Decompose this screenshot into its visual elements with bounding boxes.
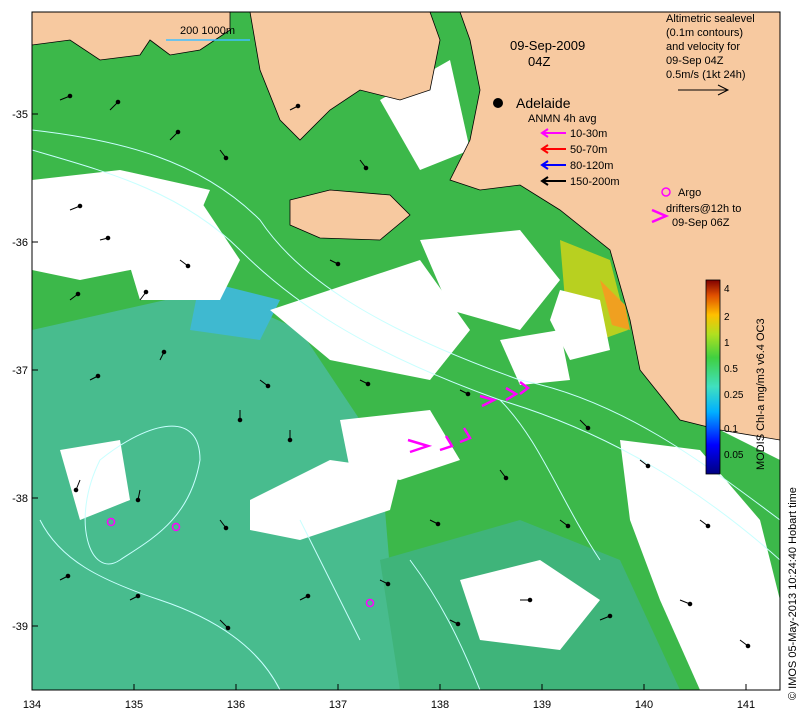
city-label: Adelaide [516,95,571,111]
y-tick-label: -39 [12,621,28,633]
adelaide-marker [493,98,503,108]
anmn-legend-title: ANMN 4h avg [528,113,596,125]
credit-text: © IMOS 05-May-2013 10:24:40 Hobart time [787,487,799,700]
x-tick-label: 134 [23,699,41,711]
x-tick-label: 141 [737,699,755,711]
map-date: 09-Sep-2009 [510,38,585,53]
sealevel-legend-line: 0.5m/s (1kt 24h) [666,69,745,81]
colorbar-title: MODIS Chl-a mg/m3 v6.4 OC3 [755,318,767,470]
colorbar-tick: 4 [724,284,730,295]
chlorophyll-map: 134 135 136 137 138 139 140 141 -35 -36 … [0,0,800,720]
sealevel-legend-line: 09-Sep 04Z [666,55,724,67]
x-tick-label: 136 [227,699,245,711]
y-tick-label: -38 [12,493,28,505]
x-tick-label: 140 [635,699,653,711]
sealevel-legend-line: and velocity for [666,41,740,53]
x-tick-label: 135 [125,699,143,711]
y-tick-label: -36 [12,237,28,249]
map-plot-area [32,12,780,690]
scale-label: 200 1000m [180,25,235,37]
colorbar-tick: 0.05 [724,450,744,461]
x-tick-label: 139 [533,699,551,711]
y-tick-label: -35 [12,109,28,121]
anmn-legend-label: 80-120m [570,160,613,172]
colorbar-tick: 2 [724,312,730,323]
colorbar-tick: 0.1 [724,424,738,435]
sealevel-legend-line: Altimetric sealevel [666,13,755,25]
colorbar-tick: 0.25 [724,390,744,401]
colorbar-tick: 1 [724,338,730,349]
anmn-legend-label: 150-200m [570,176,620,188]
map-time: 04Z [528,54,550,69]
drifter-legend-line: 09-Sep 06Z [672,217,730,229]
y-tick-label: -37 [12,365,28,377]
x-tick-label: 137 [329,699,347,711]
drifter-legend-line: drifters@12h to [666,203,741,215]
x-tick-label: 138 [431,699,449,711]
sealevel-legend-line: (0.1m contours) [666,27,743,39]
colorbar-tick: 0.5 [724,364,738,375]
argo-legend-label: Argo [678,187,701,199]
anmn-legend-label: 50-70m [570,144,607,156]
colorbar [705,279,721,475]
anmn-legend-label: 10-30m [570,128,607,140]
